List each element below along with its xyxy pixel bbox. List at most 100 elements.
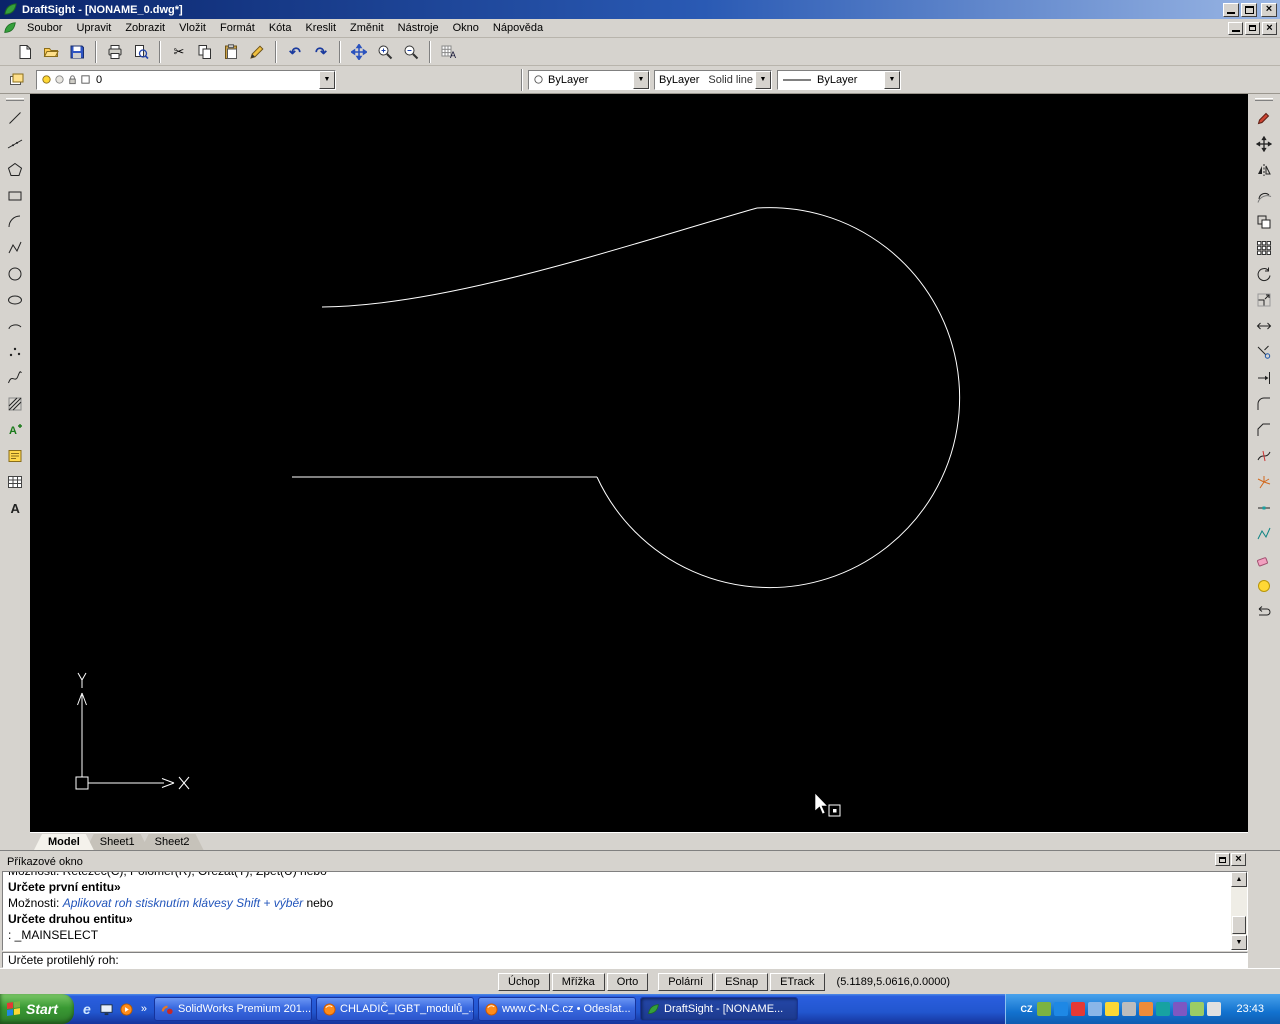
- hatch-button[interactable]: [3, 392, 27, 416]
- tray-icon-updates[interactable]: [1071, 1002, 1085, 1016]
- menu-kreslit[interactable]: Kreslit: [298, 20, 343, 36]
- join-button[interactable]: [1252, 496, 1276, 520]
- command-input[interactable]: Určete protilehlý roh:: [2, 952, 1248, 968]
- command-scrollbar[interactable]: ▲ ▼: [1231, 872, 1247, 950]
- fillet-button[interactable]: [1252, 392, 1276, 416]
- tray-icon-volume[interactable]: [1207, 1002, 1221, 1016]
- menu-napoveda[interactable]: Nápověda: [486, 20, 550, 36]
- tray-icon-network[interactable]: [1054, 1002, 1068, 1016]
- edit-annotation-button[interactable]: [1252, 106, 1276, 130]
- simple-note-button[interactable]: A: [3, 496, 27, 520]
- esnap-toggle[interactable]: ESnap: [715, 973, 768, 991]
- quick-launch-show-desktop[interactable]: [98, 999, 116, 1019]
- command-window-close-button[interactable]: ×: [1231, 853, 1246, 866]
- construction-line-button[interactable]: [3, 132, 27, 156]
- toolbar-grip[interactable]: [6, 98, 24, 101]
- tab-sheet1[interactable]: Sheet1: [86, 834, 149, 850]
- taskbar-task-solidworks[interactable]: SolidWorks Premium 201...: [154, 997, 312, 1021]
- elliptical-arc-button[interactable]: [3, 314, 27, 338]
- command-options-link[interactable]: Aplikovat roh stisknutím klávesy Shift +…: [63, 896, 303, 910]
- text-table-button[interactable]: A: [436, 40, 462, 64]
- document-minimize-button[interactable]: [1228, 22, 1243, 35]
- close-button[interactable]: ×: [1261, 3, 1277, 17]
- rectangle-button[interactable]: [3, 184, 27, 208]
- menu-soubor[interactable]: Soubor: [20, 20, 69, 36]
- print-button[interactable]: [102, 40, 128, 64]
- annotation-button[interactable]: A: [3, 418, 27, 442]
- pan-button[interactable]: [346, 40, 372, 64]
- scale-button[interactable]: [1252, 288, 1276, 312]
- polar-toggle[interactable]: Polární: [658, 973, 713, 991]
- save-button[interactable]: [64, 40, 90, 64]
- trim-button[interactable]: [1252, 340, 1276, 364]
- open-file-button[interactable]: [38, 40, 64, 64]
- properties-button[interactable]: [1252, 574, 1276, 598]
- line-button[interactable]: [3, 106, 27, 130]
- rotate-button[interactable]: [1252, 262, 1276, 286]
- extend-button[interactable]: [1252, 366, 1276, 390]
- menu-zobrazit[interactable]: Zobrazit: [118, 20, 172, 36]
- copy-button[interactable]: [192, 40, 218, 64]
- stretch-button[interactable]: [1252, 314, 1276, 338]
- tray-icon-scheduler[interactable]: [1173, 1002, 1187, 1016]
- new-file-button[interactable]: [12, 40, 38, 64]
- reverse-button[interactable]: [1252, 600, 1276, 624]
- zoom-window-button[interactable]: [372, 40, 398, 64]
- dropdown-arrow-icon[interactable]: ▼: [633, 71, 649, 89]
- ellipse-button[interactable]: [3, 288, 27, 312]
- undo-button[interactable]: ↶: [282, 40, 308, 64]
- menu-format[interactable]: Formát: [213, 20, 262, 36]
- format-painter-button[interactable]: [244, 40, 270, 64]
- command-window-titlebar[interactable]: Příkazové okno: [2, 854, 1278, 869]
- tray-icon-display[interactable]: [1088, 1002, 1102, 1016]
- tray-icon-audio[interactable]: [1139, 1002, 1153, 1016]
- edit-polyline-button[interactable]: [1252, 522, 1276, 546]
- line-weight-combobox[interactable]: ByLayer ▼: [777, 70, 901, 90]
- move-button[interactable]: [1252, 132, 1276, 156]
- offset-button[interactable]: [1252, 184, 1276, 208]
- drawing-canvas[interactable]: [30, 94, 1248, 832]
- ortho-toggle[interactable]: Orto: [607, 973, 648, 991]
- note-button[interactable]: [3, 444, 27, 468]
- scroll-down-button[interactable]: ▼: [1231, 935, 1247, 950]
- minimize-button[interactable]: [1223, 3, 1239, 17]
- menu-okno[interactable]: Okno: [446, 20, 486, 36]
- scroll-up-button[interactable]: ▲: [1231, 872, 1247, 887]
- tab-sheet2[interactable]: Sheet2: [141, 834, 204, 850]
- document-restore-button[interactable]: [1245, 22, 1260, 35]
- paste-button[interactable]: [218, 40, 244, 64]
- command-window-float-button[interactable]: [1215, 853, 1230, 866]
- chamfer-button[interactable]: [1252, 418, 1276, 442]
- tray-icon-usb[interactable]: [1122, 1002, 1136, 1016]
- layers-manager-button[interactable]: [4, 68, 30, 92]
- table-button[interactable]: [3, 470, 27, 494]
- toolbar-grip[interactable]: [1255, 98, 1273, 101]
- tray-icon-messenger[interactable]: [1105, 1002, 1119, 1016]
- tray-language-indicator[interactable]: CZ: [1018, 1004, 1034, 1014]
- polyline-button[interactable]: [3, 236, 27, 260]
- dropdown-arrow-icon[interactable]: ▼: [884, 71, 900, 89]
- command-history[interactable]: Možnosti: Řetězec(C), Poloměr(R), Ořezat…: [2, 871, 1248, 951]
- copy-entity-button[interactable]: [1252, 210, 1276, 234]
- menu-zmenit[interactable]: Změnit: [343, 20, 391, 36]
- grid-toggle[interactable]: Mřížka: [552, 973, 605, 991]
- erase-button[interactable]: [1252, 548, 1276, 572]
- tray-icon-graphics[interactable]: [1156, 1002, 1170, 1016]
- redo-button[interactable]: ↷: [308, 40, 334, 64]
- print-preview-button[interactable]: [128, 40, 154, 64]
- taskbar-task-draftsight[interactable]: DraftSight - [NONAME...: [640, 997, 798, 1021]
- split-button[interactable]: [1252, 444, 1276, 468]
- taskbar-clock[interactable]: 23:43: [1230, 1002, 1270, 1016]
- snap-toggle[interactable]: Úchop: [498, 973, 550, 991]
- tray-icon-power[interactable]: [1190, 1002, 1204, 1016]
- tab-model[interactable]: Model: [34, 834, 94, 850]
- explode-button[interactable]: [1252, 470, 1276, 494]
- scrollbar-thumb[interactable]: [1232, 916, 1246, 934]
- point-button[interactable]: [3, 340, 27, 364]
- arc-button[interactable]: [3, 210, 27, 234]
- quick-launch-media-player[interactable]: [118, 999, 136, 1019]
- maximize-button[interactable]: [1241, 3, 1257, 17]
- tray-icon-antivirus[interactable]: [1037, 1002, 1051, 1016]
- dropdown-arrow-icon[interactable]: ▼: [755, 71, 771, 89]
- taskbar-task-firefox-2[interactable]: www.C-N-C.cz • Odeslat...: [478, 997, 636, 1021]
